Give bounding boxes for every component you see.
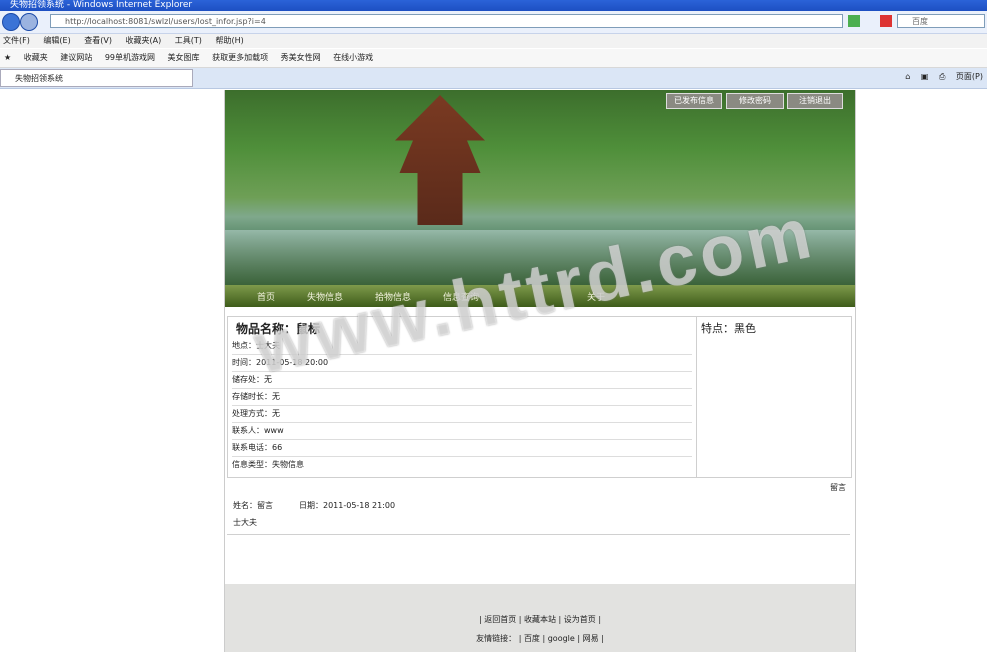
message-date: 日期：2011-05-18 21:00 xyxy=(299,501,396,510)
item-name: 物品名称：鼠标 xyxy=(236,320,320,337)
fav-link-addons[interactable]: 获取更多加载项 xyxy=(212,53,268,62)
fav-link-suggested[interactable]: 建议网站 xyxy=(60,53,92,62)
detail-row-duration: 存储时长：无 xyxy=(232,388,692,406)
address-bar: http://localhost:8081/swlzl/users/lost_i… xyxy=(0,11,987,34)
url-input[interactable]: http://localhost:8081/swlzl/users/lost_i… xyxy=(50,14,843,28)
menu-bar: 文件(F) 编辑(E) 查看(V) 收藏夹(A) 工具(T) 帮助(H) xyxy=(0,34,987,48)
footer-link-home[interactable]: 返回首页 xyxy=(484,615,516,624)
command-bar: ⌂ ▣ ⎙ 页面(P) xyxy=(905,71,983,82)
menu-tools[interactable]: 工具(T) xyxy=(175,36,202,45)
leave-message-link[interactable]: 留言 xyxy=(830,482,846,493)
banner-image: 已发布信息 修改密码 注销退出 xyxy=(225,90,855,285)
refresh-icon[interactable] xyxy=(848,15,860,27)
published-info-button[interactable]: 已发布信息 xyxy=(666,93,722,109)
menu-edit[interactable]: 编辑(E) xyxy=(43,36,70,45)
fav-link-minigames[interactable]: 在线小游戏 xyxy=(333,53,373,62)
footer-link-bookmark[interactable]: 收藏本站 xyxy=(524,615,556,624)
favorites-button[interactable]: 收藏夹 xyxy=(24,53,48,62)
detail-row-phone: 联系电话：66 xyxy=(232,439,692,457)
favorites-star-icon: ★ xyxy=(4,53,12,62)
change-password-button[interactable]: 修改密码 xyxy=(726,93,784,109)
detail-row-time: 时间：2011-05-18 20:00 xyxy=(232,354,692,372)
stop-icon[interactable] xyxy=(880,15,892,27)
friend-link-google[interactable]: google xyxy=(548,634,575,643)
window-title: 失物招领系统 - Windows Internet Explorer xyxy=(0,0,987,11)
page-content: 已发布信息 修改密码 注销退出 首页 失物信息 拾物信息 信息查询 关于 物品名… xyxy=(224,90,856,652)
menu-help[interactable]: 帮助(H) xyxy=(215,36,243,45)
menu-view[interactable]: 查看(V) xyxy=(84,36,112,45)
detail-row-storage: 储存处：无 xyxy=(232,371,692,389)
friend-links: 友情链接： | 百度 | google | 网易 | xyxy=(476,634,604,643)
nav-search[interactable]: 信息查询 xyxy=(443,290,479,303)
item-feature-value: 黑色 xyxy=(734,322,756,335)
item-detail-left: 物品名称：鼠标 地点：士大夫 时间：2011-05-18 20:00 储存处：无… xyxy=(228,317,697,477)
item-feature: 特点：黑色 xyxy=(701,320,756,336)
item-name-label: 物品名称： xyxy=(236,322,297,336)
menu-file[interactable]: 文件(F) xyxy=(3,36,30,45)
menu-favorites[interactable]: 收藏夹(A) xyxy=(126,36,162,45)
nav-found[interactable]: 拾物信息 xyxy=(375,290,411,303)
fav-link-women[interactable]: 秀美女性网 xyxy=(281,53,321,62)
tab-bar: 失物招领系统 ⌂ ▣ ⎙ 页面(P) xyxy=(0,68,987,89)
footer: | 返回首页 | 收藏本站 | 设为首页 | 友情链接： | 百度 | goog… xyxy=(225,584,855,652)
rss-icon[interactable]: ▣ xyxy=(921,72,929,81)
detail-row-contact: 联系人：www xyxy=(232,422,692,440)
message-content: 士大夫 xyxy=(233,518,257,527)
detail-row-location: 地点：士大夫 xyxy=(232,337,692,355)
nav-home[interactable]: 首页 xyxy=(257,290,275,303)
nav-lost[interactable]: 失物信息 xyxy=(307,290,343,303)
fav-link-gallery[interactable]: 美女图库 xyxy=(168,53,200,62)
friend-link-netease[interactable]: 网易 xyxy=(583,634,599,643)
detail-row-handling: 处理方式：无 xyxy=(232,405,692,423)
logout-button[interactable]: 注销退出 xyxy=(787,93,843,109)
message-author: 姓名：留言 xyxy=(233,501,273,510)
fav-link-games[interactable]: 99单机游戏网 xyxy=(105,53,155,62)
footer-link-sethome[interactable]: 设为首页 xyxy=(564,615,596,624)
item-feature-label: 特点： xyxy=(701,322,734,335)
tab-lost-found[interactable]: 失物招领系统 xyxy=(0,69,193,87)
forward-icon[interactable] xyxy=(20,13,38,31)
nav-about[interactable]: 关于 xyxy=(587,290,605,303)
pavilion-shape xyxy=(395,95,485,225)
item-detail-panel: 物品名称：鼠标 地点：士大夫 时间：2011-05-18 20:00 储存处：无… xyxy=(227,316,852,478)
message-section: 留言 姓名：留言 日期：2011-05-18 21:00 士大夫 xyxy=(227,478,850,535)
search-input[interactable]: 百度 xyxy=(897,14,985,28)
water-shape xyxy=(225,230,855,285)
main-nav: 首页 失物信息 拾物信息 信息查询 关于 xyxy=(225,285,855,307)
print-icon[interactable]: ⎙ xyxy=(939,72,945,81)
friend-links-label: 友情链接： xyxy=(476,634,517,643)
friend-link-baidu[interactable]: 百度 xyxy=(524,634,540,643)
detail-row-type: 信息类型：失物信息 xyxy=(232,460,304,469)
item-name-value: 鼠标 xyxy=(296,322,321,336)
footer-links: | 返回首页 | 收藏本站 | 设为首页 | xyxy=(478,615,602,624)
back-icon[interactable] xyxy=(2,13,20,31)
page-menu[interactable]: 页面(P) xyxy=(956,72,983,81)
home-icon[interactable]: ⌂ xyxy=(905,72,910,81)
favorites-bar: ★ 收藏夹 建议网站 99单机游戏网 美女图库 获取更多加载项 秀美女性网 在线… xyxy=(0,49,987,68)
